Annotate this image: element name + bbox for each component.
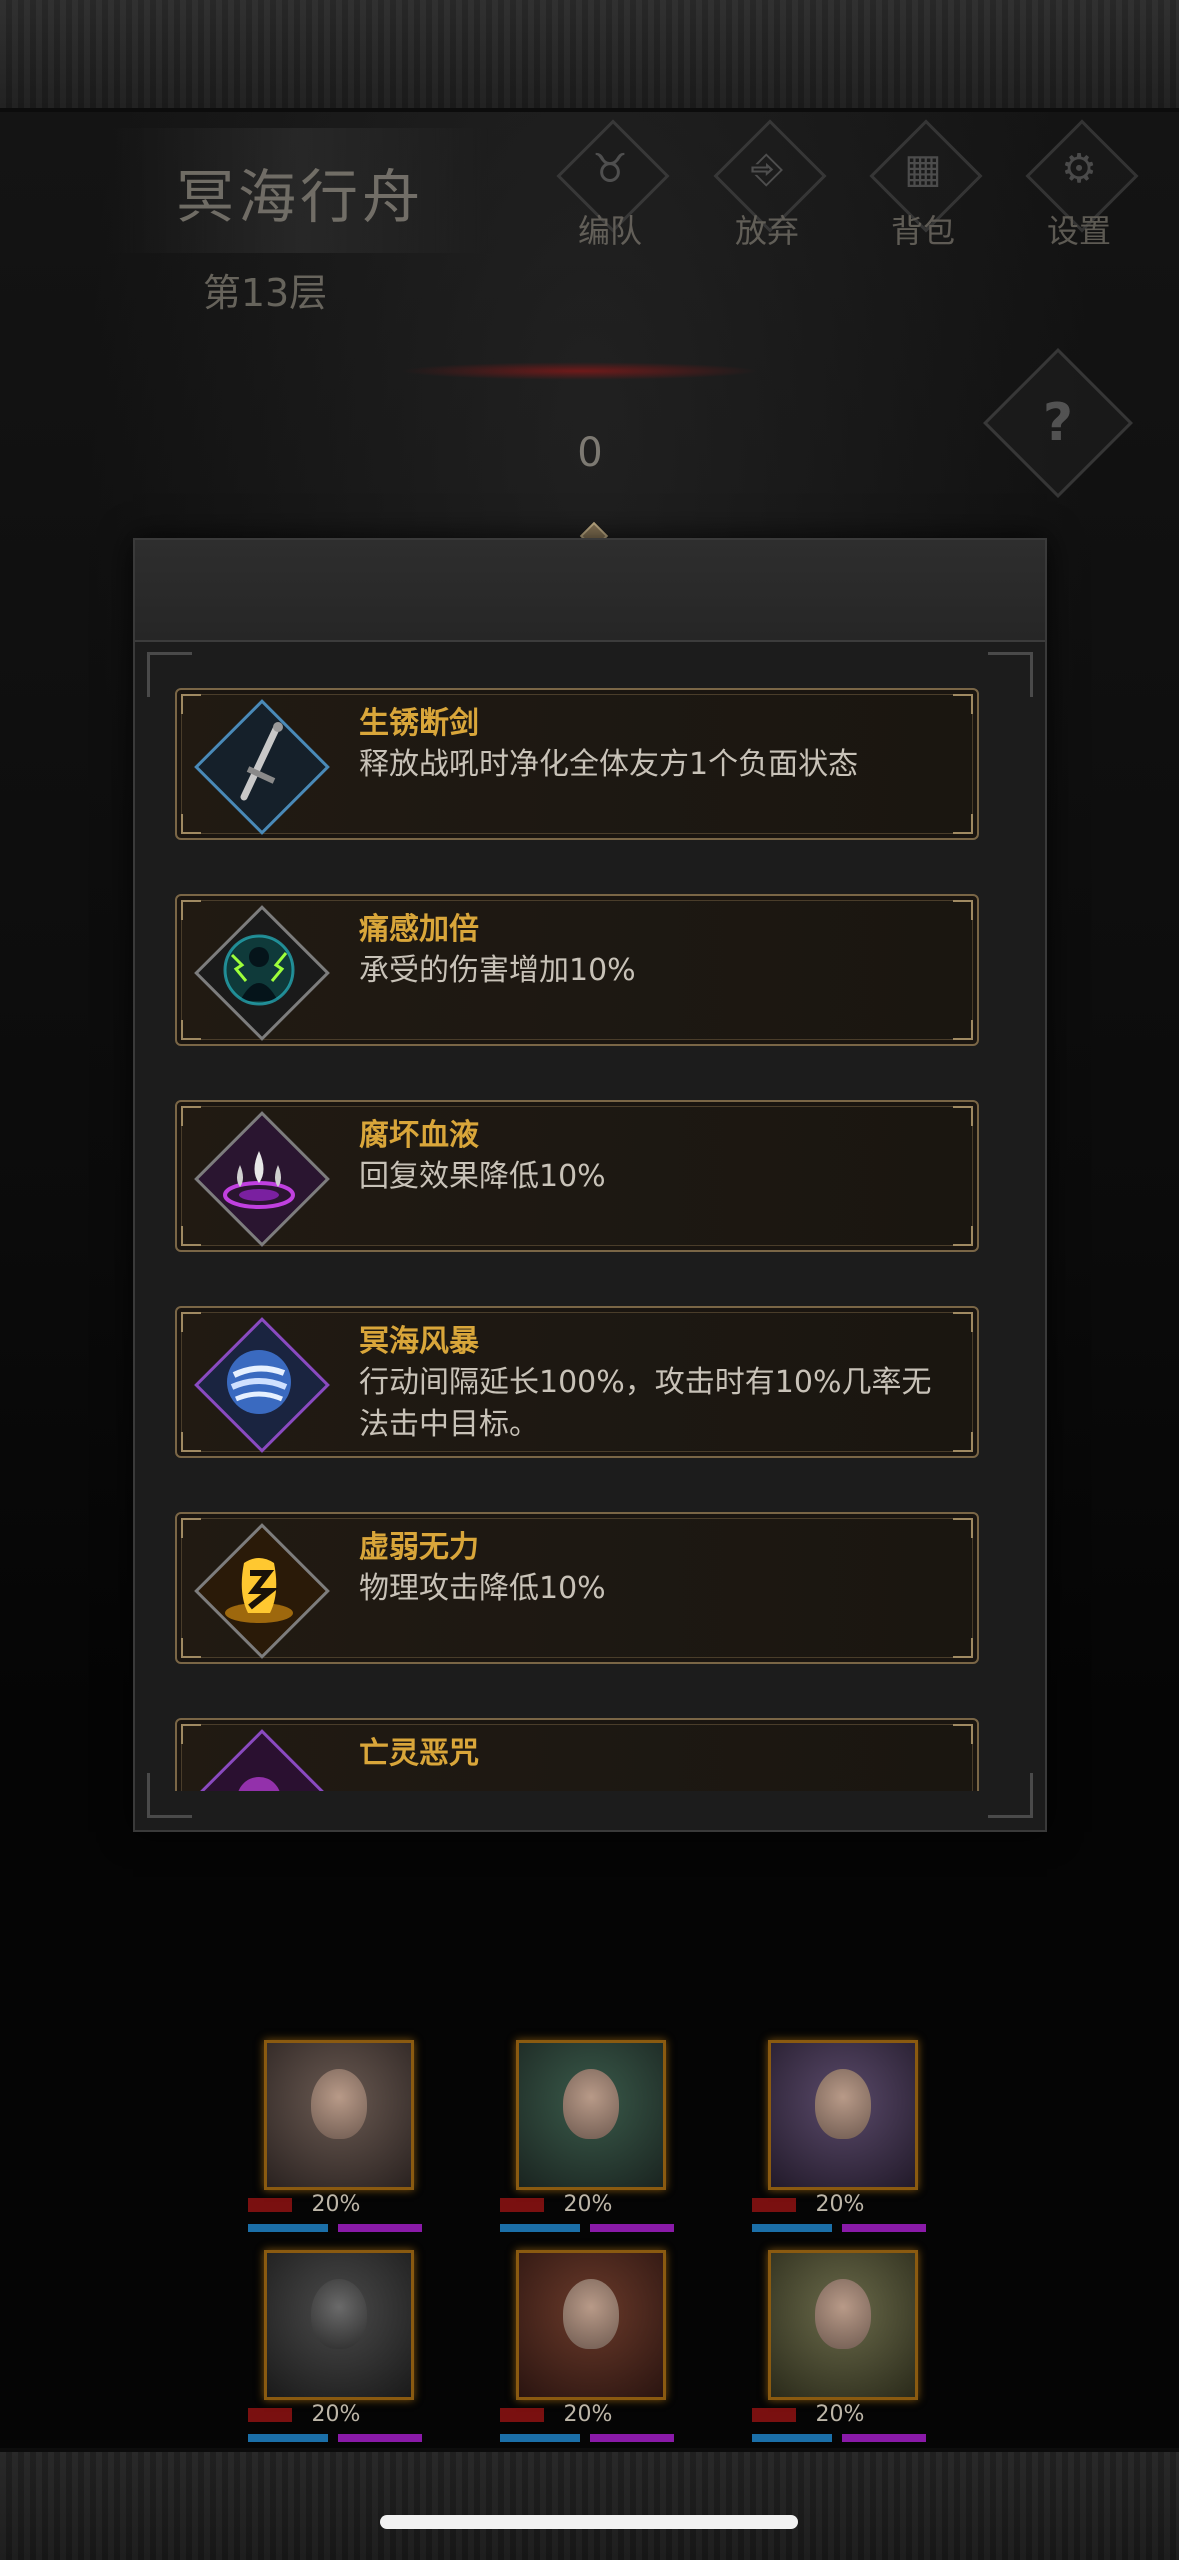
rage-bar — [590, 2434, 674, 2442]
effect-description: 行动间隔延长100%，攻击时有10%几率无法击中目标。 — [359, 1365, 932, 1442]
question-icon: ? — [1042, 393, 1074, 453]
mana-bar — [500, 2224, 580, 2232]
help-button[interactable]: ? — [983, 348, 1133, 498]
team-roster: 20% 20% 20% 20% 20% 20% — [0, 2030, 1179, 2450]
blood-drops-icon — [194, 1111, 330, 1247]
backpack-icon: ▦ — [904, 146, 942, 192]
hero-percent: 20% — [311, 2192, 361, 2217]
effect-card[interactable]: 生锈断剑 释放战吼时净化全体友方1个负面状态 — [175, 688, 979, 840]
hero-portrait — [264, 2250, 414, 2400]
effects-list[interactable]: 生锈断剑 释放战吼时净化全体友方1个负面状态 痛感加倍 承受的伤害增加10% 腐… — [175, 688, 1005, 1791]
mana-bar — [248, 2224, 328, 2232]
gear-icon: ⚙ — [1061, 146, 1097, 192]
rage-bar — [842, 2224, 926, 2232]
rage-bar — [338, 2434, 422, 2442]
mana-bar — [500, 2434, 580, 2442]
formation-button[interactable]: ♉ 编队 — [545, 119, 675, 250]
effect-name: 冥海风暴 — [359, 1324, 479, 1359]
hero-percent: 20% — [815, 2402, 865, 2427]
effect-name: 生锈断剑 — [359, 706, 479, 741]
progress-glow — [400, 362, 760, 380]
horned-helmet-icon: ♉ — [592, 146, 628, 192]
broken-sword-icon — [194, 699, 330, 835]
rage-bar — [590, 2224, 674, 2232]
hero-percent: 20% — [563, 2192, 613, 2217]
effect-name: 亡灵恶咒 — [359, 1736, 479, 1771]
hero-portrait — [768, 2250, 918, 2400]
backpack-button[interactable]: ▦ 背包 — [858, 119, 988, 250]
bottom-ornament-border — [0, 2448, 1179, 2560]
hero-slot[interactable]: 20% — [246, 2250, 426, 2450]
rage-bar — [842, 2434, 926, 2442]
effect-card[interactable]: 虚弱无力 物理攻击降低10% — [175, 1512, 979, 1664]
effect-description: 物理攻击降低10% — [359, 1571, 606, 1606]
floor-indicator: 第13层 — [202, 271, 328, 315]
effect-card[interactable]: 腐坏血液 回复效果降低10% — [175, 1100, 979, 1252]
effect-card[interactable]: 痛感加倍 承受的伤害增加10% — [175, 894, 979, 1046]
hero-slot[interactable]: 20% — [750, 2040, 930, 2240]
level-name: 冥海行舟 — [175, 163, 424, 231]
hero-percent: 20% — [311, 2402, 361, 2427]
score-counter: 0 — [577, 430, 603, 476]
weakness-rune-icon — [194, 1523, 330, 1659]
hero-portrait — [768, 2040, 918, 2190]
exit-door-icon: ⎆ — [751, 146, 783, 192]
settings-button[interactable]: ⚙ 设置 — [1014, 119, 1144, 250]
effect-name: 腐坏血液 — [359, 1118, 479, 1153]
undead-curse-icon — [194, 1729, 330, 1791]
effect-description: 回复效果降低10% — [359, 1159, 606, 1194]
mana-bar — [752, 2224, 832, 2232]
hero-slot[interactable]: 20% — [498, 2250, 678, 2450]
panel-header — [135, 540, 1045, 642]
effect-name: 虚弱无力 — [359, 1530, 479, 1565]
hero-slot[interactable]: 20% — [498, 2040, 678, 2240]
hero-percent: 20% — [563, 2402, 613, 2427]
hero-portrait — [264, 2040, 414, 2190]
hero-slot[interactable]: 20% — [246, 2040, 426, 2240]
abandon-button[interactable]: ⎆ 放弃 — [702, 119, 832, 250]
mana-bar — [752, 2434, 832, 2442]
hero-portrait — [516, 2250, 666, 2400]
effect-description: 释放战吼时净化全体友方1个负面状态 — [359, 747, 859, 782]
effect-card[interactable]: 亡灵恶咒 — [175, 1718, 979, 1791]
home-indicator[interactable] — [380, 2515, 798, 2529]
effect-card[interactable]: 冥海风暴 行动间隔延长100%，攻击时有10%几率无法击中目标。 — [175, 1306, 979, 1458]
hero-percent: 20% — [815, 2192, 865, 2217]
hud: 冥海行舟 第13层 ♉ 编队 ⎆ 放弃 ▦ 背包 ⚙ 设置 0 ? — [0, 0, 1179, 540]
effects-panel: 生锈断剑 释放战吼时净化全体友方1个负面状态 痛感加倍 承受的伤害增加10% 腐… — [133, 538, 1047, 1832]
effect-name: 痛感加倍 — [359, 912, 479, 947]
rage-bar — [338, 2224, 422, 2232]
shocked-figure-icon — [194, 905, 330, 1041]
hero-slot[interactable]: 20% — [750, 2250, 930, 2450]
hero-portrait — [516, 2040, 666, 2190]
storm-orb-icon — [194, 1317, 330, 1453]
effect-description: 承受的伤害增加10% — [359, 953, 636, 988]
mana-bar — [248, 2434, 328, 2442]
